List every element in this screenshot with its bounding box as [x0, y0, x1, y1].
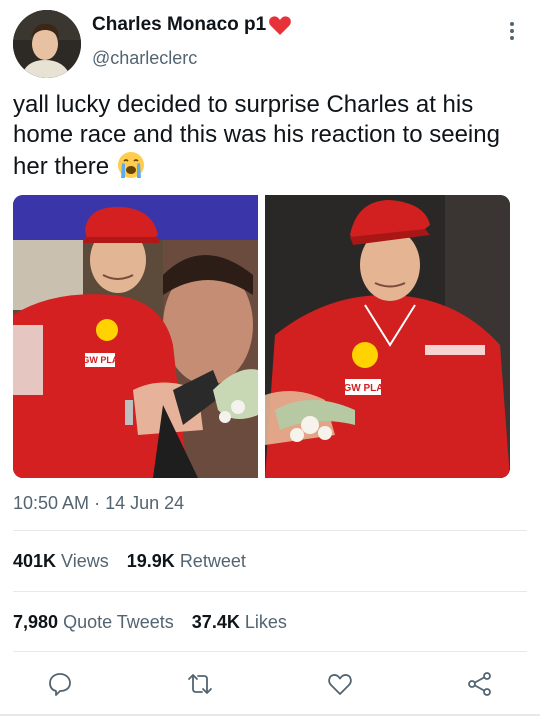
jacket-logo-right: VGW PLAY: [337, 383, 390, 394]
tweet-image-left[interactable]: VGW PLAY: [13, 195, 258, 478]
jacket-logo-left: VGW PLAY: [76, 355, 123, 365]
author-name-row[interactable]: Charles Monaco p1: [92, 14, 292, 36]
tweet-date[interactable]: 14 Jun 24: [105, 493, 184, 513]
retweets-count: 19.9K: [126, 551, 175, 571]
views-label: Views: [61, 551, 109, 571]
bottom-divider: [0, 714, 540, 716]
share-button[interactable]: [464, 668, 496, 700]
author-display-name[interactable]: Charles Monaco p1: [92, 14, 266, 36]
photo-charles-left: VGW PLAY: [13, 195, 258, 478]
retweets-stat[interactable]: 19.9K Retweet: [127, 551, 246, 572]
heart-icon: [328, 674, 352, 695]
likes-stat[interactable]: 37.4K Likes: [192, 612, 287, 633]
likes-label: Likes: [244, 612, 287, 632]
timestamp-separator: ·: [94, 493, 106, 513]
tweet-text: yall lucky decided to surprise Charles a…: [13, 90, 523, 182]
retweets-label: Retweet: [179, 551, 246, 571]
views-count: 401K: [13, 551, 57, 571]
quotes-count: 7,980: [13, 612, 59, 632]
tweet-time[interactable]: 10:50 AM: [13, 493, 89, 513]
reply-button[interactable]: [44, 668, 76, 700]
divider: [13, 591, 527, 592]
avatar[interactable]: [13, 10, 81, 78]
reply-icon: [49, 673, 71, 696]
quotes-label: Quote Tweets: [63, 612, 174, 632]
loudly-crying-face-icon: [117, 152, 144, 178]
divider: [13, 530, 527, 531]
retweet-icon: [188, 674, 212, 694]
likes-count: 37.4K: [191, 612, 240, 632]
tweet-body: yall lucky decided to surprise Charles a…: [13, 91, 500, 180]
retweet-button[interactable]: [184, 668, 216, 700]
avatar-photo: [13, 10, 81, 78]
stats-row-views: 401K Views 19.9K Retweet: [13, 551, 246, 572]
quotes-stat[interactable]: 7,980 Quote Tweets: [13, 612, 174, 633]
tweet-timestamp[interactable]: 10:50 AM · 14 Jun 24: [13, 493, 184, 514]
stats-row-engagement: 7,980 Quote Tweets 37.4K Likes: [13, 612, 287, 633]
author-handle[interactable]: @charleclerc: [92, 48, 197, 69]
like-button[interactable]: [324, 668, 356, 700]
photo-charles-right: VGW PLAY: [265, 195, 510, 478]
share-icon: [468, 672, 491, 696]
tweet-actions-bar: [0, 668, 540, 700]
red-heart-icon: [269, 16, 292, 35]
tweet-image-right[interactable]: VGW PLAY: [265, 195, 510, 478]
more-options-icon[interactable]: [507, 22, 517, 46]
divider: [13, 651, 527, 652]
views-stat[interactable]: 401K Views: [13, 551, 109, 572]
